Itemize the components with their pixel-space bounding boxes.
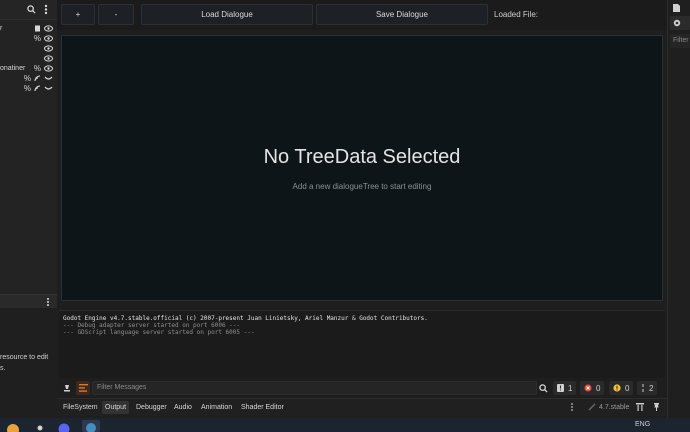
script-icon[interactable] bbox=[34, 25, 41, 32]
scene-tree-row[interactable] bbox=[0, 54, 57, 64]
gear-icon bbox=[673, 19, 681, 27]
messages-filter-toggle[interactable]: 1 bbox=[553, 381, 577, 395]
percent-unique-icon[interactable]: % bbox=[24, 85, 31, 93]
pin-icon[interactable] bbox=[653, 403, 660, 411]
message-icon bbox=[557, 384, 564, 392]
empty-state-subtitle: Add a new dialogueTree to start editing bbox=[292, 182, 432, 191]
output-line: --- Debug adapter server started on port… bbox=[63, 322, 241, 329]
visibility-eye-icon[interactable] bbox=[44, 25, 53, 32]
visibility-eye-icon[interactable] bbox=[44, 45, 53, 52]
percent-unique-icon[interactable]: % bbox=[24, 75, 31, 83]
signal-icon[interactable] bbox=[34, 85, 41, 92]
save-dialogue-button[interactable]: Save Dialogue bbox=[316, 4, 488, 25]
tab-filesystem[interactable]: FileSystem bbox=[60, 401, 101, 414]
filter-placeholder: Filter Messages bbox=[97, 384, 147, 391]
tab-debugger[interactable]: Debugger bbox=[133, 401, 170, 414]
os-taskbar: ENG bbox=[0, 418, 690, 432]
settings-tab[interactable] bbox=[670, 16, 690, 30]
output-line: --- GDScript language server started on … bbox=[63, 329, 255, 336]
editor-message-icon bbox=[641, 384, 645, 392]
warnings-count: 0 bbox=[625, 383, 630, 393]
error-icon bbox=[584, 384, 592, 392]
warnings-filter-toggle[interactable]: 0 bbox=[609, 381, 634, 395]
filter-placeholder: Filter bbox=[673, 37, 689, 44]
empty-state-title: No TreeData Selected bbox=[263, 146, 461, 168]
visibility-hidden-icon[interactable] bbox=[44, 85, 53, 92]
more-menu-icon[interactable] bbox=[46, 297, 50, 307]
editor-messages-filter-toggle[interactable]: 2 bbox=[637, 381, 658, 395]
update-spinner-icon bbox=[588, 403, 596, 411]
percent-unique-icon[interactable]: % bbox=[34, 35, 41, 43]
tab-shader-editor[interactable]: Shader Editor bbox=[238, 401, 287, 414]
visibility-eye-icon[interactable] bbox=[44, 35, 53, 42]
scene-tree-row[interactable]: r bbox=[0, 24, 57, 34]
version-label: 4.7.stable bbox=[599, 404, 630, 411]
search-icon[interactable] bbox=[27, 5, 36, 14]
percent-unique-icon[interactable]: % bbox=[34, 65, 41, 73]
visibility-eye-icon[interactable] bbox=[44, 55, 53, 62]
editor-messages-count: 2 bbox=[649, 383, 654, 393]
language-indicator[interactable]: ENG bbox=[635, 421, 650, 428]
signal-icon[interactable] bbox=[34, 75, 41, 82]
clear-output-icon[interactable] bbox=[63, 384, 71, 392]
app-icon[interactable] bbox=[58, 422, 70, 432]
app-icon[interactable] bbox=[6, 422, 20, 432]
inspector-header bbox=[0, 294, 57, 308]
visibility-hidden-icon[interactable] bbox=[44, 75, 53, 82]
right-dock: Filter bbox=[667, 0, 690, 418]
search-icon[interactable] bbox=[539, 384, 548, 393]
layout-icon[interactable] bbox=[636, 403, 644, 411]
remove-tree-button[interactable]: - bbox=[98, 4, 134, 25]
more-menu-icon[interactable] bbox=[570, 402, 574, 412]
visibility-eye-icon[interactable] bbox=[44, 65, 53, 72]
add-tree-button[interactable]: + bbox=[61, 4, 95, 25]
errors-count: 0 bbox=[596, 383, 601, 393]
messages-count: 1 bbox=[568, 383, 573, 393]
toggle-search-icon[interactable] bbox=[76, 381, 90, 395]
inspector-hint-line: resource to edit bbox=[0, 354, 49, 361]
scene-tree-row-label: onatiner bbox=[0, 65, 26, 72]
more-menu-icon[interactable] bbox=[44, 4, 48, 15]
errors-filter-toggle[interactable]: 0 bbox=[580, 381, 605, 395]
tab-animation[interactable]: Animation bbox=[198, 401, 235, 414]
scene-tree-row[interactable]: % bbox=[0, 84, 57, 94]
filter-input[interactable]: Filter bbox=[670, 34, 690, 48]
godot-taskbar-icon[interactable] bbox=[82, 420, 100, 432]
warning-icon bbox=[613, 384, 621, 392]
tab-audio[interactable]: Audio bbox=[171, 401, 195, 414]
scene-tree-row[interactable]: % bbox=[0, 74, 57, 84]
inspector-hint-line: s. bbox=[0, 365, 6, 372]
loaded-file-label: Loaded File: bbox=[494, 10, 539, 19]
scene-tree-row-label: r bbox=[0, 25, 3, 32]
inspector-hint: resource to edit s. bbox=[0, 352, 48, 374]
scene-tree-row[interactable] bbox=[0, 44, 57, 54]
scene-tree-row[interactable]: % bbox=[0, 34, 57, 44]
tab-output[interactable]: Output bbox=[102, 401, 130, 414]
filter-messages-input[interactable]: Filter Messages bbox=[92, 381, 537, 395]
app-icon[interactable] bbox=[37, 425, 43, 431]
scene-tree-row[interactable]: onatiner % bbox=[0, 64, 57, 74]
output-line: Godot Engine v4.7.stable.official (c) 20… bbox=[63, 315, 428, 322]
file-icon[interactable] bbox=[673, 4, 680, 12]
scene-dock-header bbox=[0, 0, 57, 20]
load-dialogue-button[interactable]: Load Dialogue bbox=[141, 4, 313, 25]
